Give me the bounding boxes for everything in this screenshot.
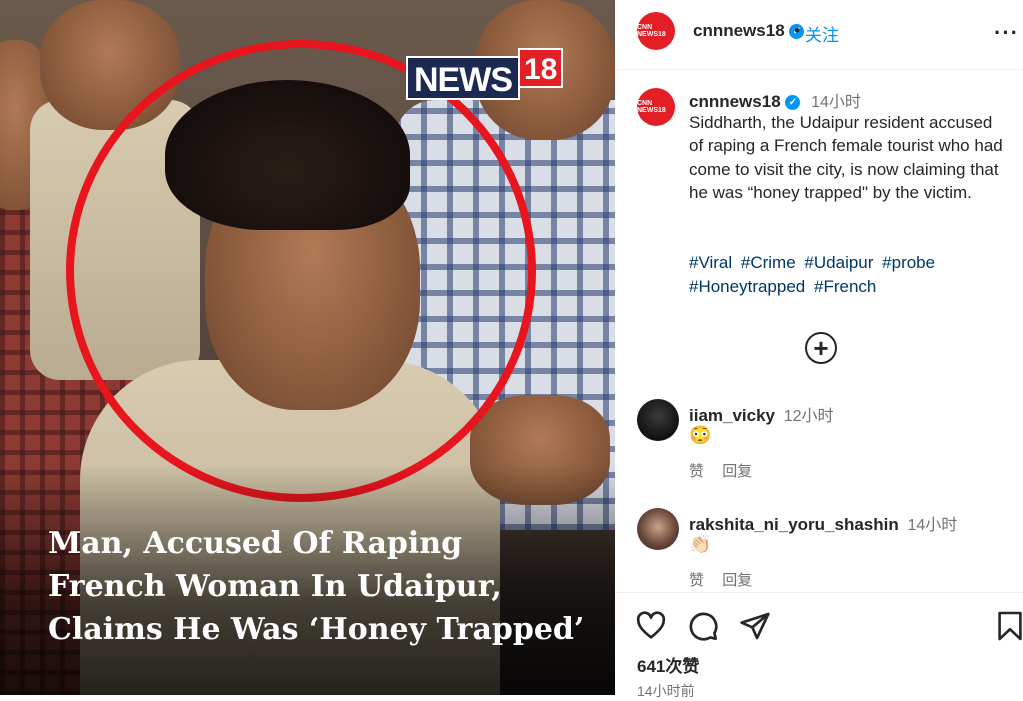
likes-count[interactable]: 641次赞 [637, 652, 699, 677]
hashtag-list: #Viral #Crime #Udaipur #probe #Honeytrap… [689, 251, 1007, 298]
load-more-comments-icon[interactable]: + [805, 332, 837, 364]
post-image[interactable]: NEWS 18 Man, Accused Of Raping French Wo… [0, 0, 615, 695]
heart-icon[interactable] [635, 610, 667, 642]
comment-time: 12小时 [783, 408, 834, 425]
comment-actions: 赞 回复 [689, 569, 766, 590]
hashtag-link[interactable]: #probe [882, 253, 935, 272]
reply-button[interactable]: 回复 [722, 463, 752, 480]
separator-dot: • [794, 21, 800, 40]
post-header: CNN NEWS18 cnnnews18 ✓ • 关注 ··· [615, 0, 1023, 70]
like-comment-button[interactable]: 赞 [689, 572, 704, 589]
highlight-circle [66, 40, 536, 502]
headline-line: Claims He Was ‘Honey Trapped’ [48, 612, 585, 647]
comment-username[interactable]: iiam_vicky 12小时 [689, 402, 834, 426]
image-headline: Man, Accused Of Raping French Woman In U… [48, 522, 608, 651]
caption-avatar[interactable]: CNN NEWS18 [637, 88, 675, 126]
comment-text: 😳 [689, 425, 712, 445]
more-options-icon[interactable]: ··· [994, 20, 1019, 46]
action-bar [615, 592, 1023, 695]
commenter-avatar[interactable] [637, 508, 679, 550]
comment-text: 👏🏻 [689, 534, 712, 554]
hashtag-link[interactable]: #French [814, 277, 876, 296]
news18-logo: NEWS 18 [406, 48, 564, 100]
hashtag-link[interactable]: #Udaipur [804, 253, 873, 272]
verified-badge-icon: ✓ [785, 95, 801, 111]
like-comment-button[interactable]: 赞 [689, 463, 704, 480]
hashtag-link[interactable]: #Crime [741, 253, 796, 272]
comment-actions: 赞 回复 [689, 460, 766, 481]
account-avatar[interactable]: CNN NEWS18 [637, 12, 675, 50]
caption-time: 14小时 [811, 94, 861, 111]
headline-line: Man, Accused Of Raping [48, 526, 463, 561]
hashtag-link[interactable]: #Viral [689, 253, 732, 272]
bookmark-icon[interactable] [997, 610, 1023, 642]
header-username[interactable]: cnnnews18 ✓ [693, 21, 805, 41]
post-sidebar: CNN NEWS18 cnnnews18 ✓ • 关注 ··· CNN NEWS… [615, 0, 1023, 699]
comment-username[interactable]: rakshita_ni_yoru_shashin 14小时 [689, 511, 957, 535]
caption-username[interactable]: cnnnews18 ✓ 14小时 [689, 88, 861, 112]
post-timestamp: 14小时前 [637, 683, 695, 699]
headline-line: French Woman In Udaipur, [48, 569, 502, 604]
commenter-avatar[interactable] [637, 399, 679, 441]
follow-button[interactable]: 关注 [805, 21, 839, 46]
hashtag-link[interactable]: #Honeytrapped [689, 277, 805, 296]
comment-time: 14小时 [907, 517, 958, 534]
caption-text: Siddharth, the Udaipur resident accused … [689, 113, 1003, 202]
comment-icon[interactable] [687, 610, 719, 642]
share-icon[interactable] [739, 610, 771, 642]
reply-button[interactable]: 回复 [722, 572, 752, 589]
